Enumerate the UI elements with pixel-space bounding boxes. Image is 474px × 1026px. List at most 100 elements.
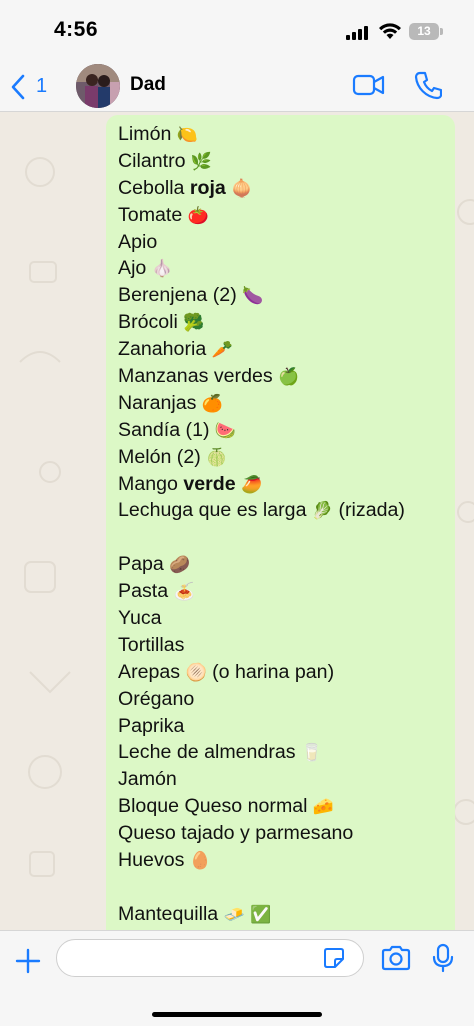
message-line: Mango verde 🥭	[118, 471, 445, 498]
line-text: Manzanas verdes	[118, 365, 273, 388]
message-line: Paprika	[118, 713, 445, 740]
line-text: Brócoli	[118, 311, 178, 334]
message-line: Mantequilla 🧈 ✅	[118, 901, 445, 928]
line-bold-text: roja	[189, 176, 226, 199]
message-line: Jamón	[118, 766, 445, 793]
message-line: Arepas 🫓 (o harina pan)	[118, 659, 445, 686]
line-text: Orégano	[118, 687, 195, 710]
video-call-icon[interactable]	[352, 72, 386, 98]
line-text: Papa	[118, 553, 164, 576]
emoji-icon: 🍅	[182, 205, 209, 226]
emoji-icon: 🍝	[168, 582, 195, 603]
message-line	[118, 524, 445, 551]
home-indicator[interactable]	[152, 1012, 322, 1017]
message-line	[118, 874, 445, 901]
emoji-icon: 🧅	[225, 178, 253, 199]
emoji-icon: 🥚	[184, 851, 212, 872]
unread-count: 1	[36, 75, 48, 97]
line-text: Mantequilla	[118, 902, 219, 925]
back-button[interactable]: 1	[8, 70, 58, 104]
line-text: Melón (2)	[118, 445, 201, 468]
emoji-icon: 🧈 ✅	[218, 904, 272, 925]
battery-indicator: 13	[409, 23, 439, 40]
emoji-icon: 🥭	[235, 474, 263, 495]
line-text: Tomate	[118, 203, 183, 226]
chat-area[interactable]: Limón 🍋 Cilantro 🌿 Cebolla roja 🧅 Tomate 🍅 A…	[0, 112, 474, 930]
message-line: Lechuga que es larga 🥬 (rizada)	[118, 497, 445, 524]
emoji-icon: 🍏	[272, 367, 300, 388]
message-line: Pasta 🍝	[118, 578, 445, 605]
avatar-photo	[76, 64, 120, 108]
line-suffix-text: (o harina pan)	[206, 660, 335, 683]
emoji-icon: 🥛	[295, 743, 323, 764]
sticker-icon[interactable]	[322, 946, 346, 970]
phone-call-icon[interactable]	[414, 70, 442, 100]
microphone-icon[interactable]	[432, 943, 454, 973]
message-line: Yuca	[118, 605, 445, 632]
line-text: Tortillas	[118, 633, 185, 656]
line-text: Pasta	[118, 580, 169, 603]
message-line: Cilantro 🌿	[118, 148, 445, 175]
emoji-icon: 🌿	[185, 151, 213, 172]
line-text: Sandía (1)	[118, 418, 210, 441]
emoji-icon: 🍈	[200, 447, 228, 468]
emoji-icon: 🍆	[236, 286, 264, 307]
line-text: Berenjena (2)	[118, 284, 237, 307]
line-text: Jamón	[118, 768, 177, 791]
message-line: Leche de almendras 🥛	[118, 739, 445, 766]
battery-tip	[440, 28, 443, 35]
line-text: Queso tajado y parmesano	[118, 822, 354, 845]
message-line: Zanahoria 🥕	[118, 336, 445, 363]
message-line: Berenjena (2) 🍆	[118, 282, 445, 309]
message-text: Limón 🍋 Cilantro 🌿 Cebolla roja 🧅 Tomate 🍅 A…	[118, 121, 445, 928]
line-text: Yuca	[118, 607, 162, 630]
line-bold-text: verde	[183, 472, 236, 495]
cellular-signal-icon	[346, 24, 372, 40]
emoji-icon: 🥬	[306, 501, 334, 522]
message-line: Ajo 🧄	[118, 255, 445, 282]
message-line: Papa 🥔	[118, 551, 445, 578]
message-line: Limón 🍋	[118, 121, 445, 148]
line-text: Mango	[118, 472, 184, 495]
emoji-icon: 🍉	[209, 420, 237, 441]
line-text: Ajo	[118, 257, 147, 280]
camera-icon[interactable]	[380, 945, 412, 971]
line-text: Huevos	[118, 849, 185, 872]
line-text: Zanahoria	[118, 338, 207, 361]
line-text: Naranjas	[118, 391, 197, 414]
message-input[interactable]	[56, 939, 364, 977]
status-time: 4:56	[54, 18, 99, 41]
message-line: Naranjas 🍊	[118, 390, 445, 417]
emoji-icon: 🫓	[180, 662, 207, 683]
emoji-icon: 🧄	[146, 259, 173, 280]
emoji-icon: 🥕	[206, 340, 233, 361]
chat-header: 1 Dad	[0, 62, 474, 112]
status-bar: 4:56 13	[0, 0, 474, 62]
message-line: Cebolla roja 🧅	[118, 175, 445, 202]
wifi-icon	[379, 23, 401, 39]
line-text: Cilantro	[118, 149, 186, 172]
message-line: Tortillas	[118, 632, 445, 659]
message-line: Bloque Queso normal 🧀	[118, 793, 445, 820]
message-line: Melón (2) 🍈	[118, 444, 445, 471]
message-line: Queso tajado y parmesano	[118, 820, 445, 847]
emoji-icon: 🥔	[163, 555, 191, 576]
avatar[interactable]	[76, 64, 120, 108]
contact-name[interactable]: Dad	[130, 74, 166, 96]
line-text: Leche de almendras	[118, 741, 296, 764]
line-text: Lechuga que es larga	[118, 499, 307, 522]
line-suffix-text: (rizada)	[333, 499, 405, 522]
message-line: Apio	[118, 229, 445, 256]
message-line: Manzanas verdes 🍏	[118, 363, 445, 390]
emoji-icon: 🧀	[307, 797, 335, 818]
message-line: Tomate 🍅	[118, 202, 445, 229]
line-text: Bloque Queso normal	[118, 795, 308, 818]
message-line: Sandía (1) 🍉	[118, 417, 445, 444]
message-bubble[interactable]: Limón 🍋 Cilantro 🌿 Cebolla roja 🧅 Tomate 🍅 A…	[106, 115, 455, 930]
plus-icon[interactable]	[14, 947, 42, 975]
message-line: Huevos 🥚	[118, 847, 445, 874]
line-text: Paprika	[118, 714, 185, 737]
line-text: Limón	[118, 123, 172, 145]
emoji-icon: 🍊	[196, 393, 223, 414]
line-text: Cebolla	[118, 176, 190, 199]
